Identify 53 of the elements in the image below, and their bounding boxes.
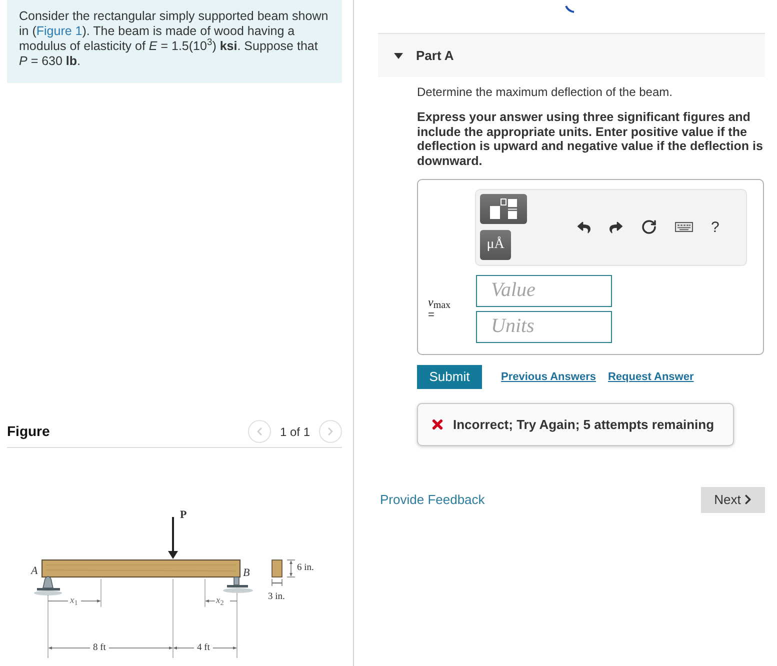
keyboard-icon xyxy=(675,222,693,232)
chevron-right-icon xyxy=(744,494,752,506)
submit-button[interactable]: Submit xyxy=(417,364,482,389)
undo-button[interactable] xyxy=(577,220,591,234)
problem-text: Consider the rectangular simply supported beam shown in (Figure 1). The beam is made of wood having a modulus of elasticity of E = 1.5(10$^{3}$) ksi. Suppose that P = 630 lb. xyxy=(19,9,330,69)
request-answer-link[interactable]: Request Answer xyxy=(608,368,694,386)
redo-icon xyxy=(609,220,623,234)
figure-label: 3 in. xyxy=(268,591,285,603)
value-input[interactable]: Value xyxy=(476,274,612,307)
chevron-left-icon xyxy=(254,427,264,436)
extension-line xyxy=(100,578,102,608)
figure-label: P xyxy=(180,509,187,521)
extension-line xyxy=(236,592,238,658)
part-header[interactable]: Part A xyxy=(378,33,765,77)
units-button[interactable]: μÅ xyxy=(480,230,511,260)
next-button[interactable]: Next xyxy=(701,486,765,513)
help-button[interactable]: ? xyxy=(711,220,720,235)
part-title: Part A xyxy=(416,46,454,65)
figure-title: Figure xyxy=(7,422,50,441)
figure-label: 4 ft xyxy=(197,642,210,654)
redo-button[interactable] xyxy=(609,220,623,234)
dimension-line xyxy=(286,560,296,578)
roller-support xyxy=(223,576,253,593)
caret-down-icon xyxy=(394,52,403,58)
templates-button[interactable] xyxy=(480,194,527,224)
chevron-right-icon xyxy=(326,427,335,436)
pager-label: 1 of 1 xyxy=(280,424,310,440)
equals-sign: = xyxy=(428,308,436,322)
figure-label: B xyxy=(243,567,250,579)
provide-feedback-link[interactable]: Provide Feedback xyxy=(380,490,485,510)
reset-icon xyxy=(641,219,657,236)
keyboard-button[interactable] xyxy=(675,222,693,232)
previous-answers-link[interactable]: Previous Answers xyxy=(501,368,596,386)
question-prompt: Determine the maximum deflection of the beam. xyxy=(417,85,674,100)
figure-label: 8 ft xyxy=(93,642,106,654)
answer-instructions: Express your answer using three significant figures and include the appropriate units. Enter positive value if the deflection is upward and negative value if the deflection is downward. xyxy=(417,110,764,169)
dimension-line xyxy=(272,578,282,586)
figure-label: x$_{1}$ xyxy=(70,595,78,607)
units-input[interactable]: Units xyxy=(476,310,612,343)
undo-icon xyxy=(577,220,591,234)
reset-button[interactable] xyxy=(641,219,657,236)
feedback-text: Incorrect; Try Again; 5 attempts remaining xyxy=(453,416,714,434)
figure-label: 6 in. xyxy=(297,562,314,574)
answer-variable: v$_{max}$ xyxy=(428,296,452,309)
load-arrow xyxy=(168,517,178,559)
figure-label: A xyxy=(31,565,38,577)
figure-label: x$_{2}$ xyxy=(216,595,224,607)
templates-icon xyxy=(488,198,518,220)
beam-cross-section xyxy=(272,560,282,578)
figure-link[interactable]: Figure 1 xyxy=(36,24,82,38)
extension-line xyxy=(204,578,206,608)
curve-icon xyxy=(565,5,575,13)
pin-support xyxy=(34,576,62,596)
